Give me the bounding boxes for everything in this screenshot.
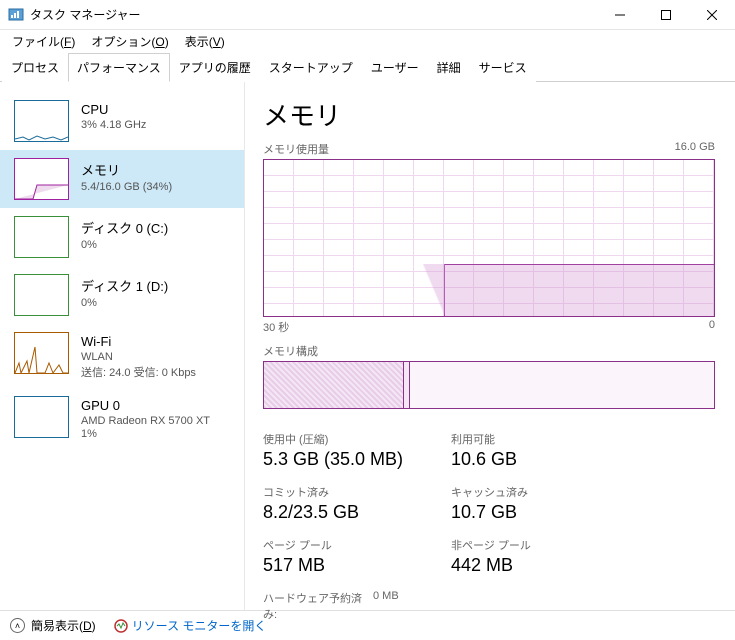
sidebar-item-label: メモリ [81, 160, 172, 179]
performance-sidebar: CPU 3% 4.18 GHz メモリ 5.4/16.0 GB (34%) ディ… [0, 82, 245, 610]
sidebar-item-sub2: 1% [81, 428, 210, 440]
menu-file[interactable]: ファイル(F) [4, 30, 83, 53]
tab-startup[interactable]: スタートアップ [260, 53, 362, 82]
sidebar-item-sub: WLAN [81, 351, 196, 363]
sidebar-item-label: ディスク 1 (D:) [81, 276, 168, 295]
main-panel: メモリ メモリ使用量 16.0 GB 30 秒 0 メモリ構成 使用中 (圧縮)… [245, 82, 735, 610]
sidebar-item-label: Wi-Fi [81, 334, 196, 349]
chevron-up-icon[interactable]: ˄ [10, 618, 25, 633]
sidebar-item-wifi[interactable]: Wi-Fi WLAN 送信: 24.0 受信: 0 Kbps [0, 324, 244, 388]
resource-monitor-link[interactable]: リソース モニターを開く [114, 617, 267, 634]
in-use-value: 5.3 GB (35.0 MB) [263, 449, 423, 470]
chart-y-max: 16.0 GB [675, 141, 715, 157]
hw-reserved-value: 0 MB [373, 590, 399, 622]
resmon-label: リソース モニターを開く [132, 617, 267, 634]
close-button[interactable] [689, 0, 735, 30]
app-icon [8, 7, 24, 23]
composition-standby [410, 362, 714, 408]
tab-details[interactable]: 詳細 [428, 53, 470, 82]
composition-label: メモリ構成 [263, 343, 715, 359]
gpu-sparkline [14, 396, 69, 438]
available-label: 利用可能 [451, 431, 581, 447]
sidebar-item-memory[interactable]: メモリ 5.4/16.0 GB (34%) [0, 150, 244, 208]
fewer-details-link[interactable]: 簡易表示(D) [31, 617, 96, 634]
page-title: メモリ [263, 96, 715, 133]
available-value: 10.6 GB [451, 449, 581, 470]
resmon-icon [114, 619, 128, 633]
sidebar-item-disk1[interactable]: ディスク 1 (D:) 0% [0, 266, 244, 324]
cached-label: キャッシュ済み [451, 484, 581, 500]
maximize-button[interactable] [643, 0, 689, 30]
tab-app-history[interactable]: アプリの履歴 [170, 53, 260, 82]
menu-options[interactable]: オプション(O) [83, 30, 176, 53]
sidebar-item-cpu[interactable]: CPU 3% 4.18 GHz [0, 92, 244, 150]
sidebar-item-sub: 5.4/16.0 GB (34%) [81, 181, 172, 193]
window-title: タスク マネージャー [30, 6, 597, 23]
tab-strip: プロセス パフォーマンス アプリの履歴 スタートアップ ユーザー 詳細 サービス [0, 52, 735, 82]
tab-performance[interactable]: パフォーマンス [68, 53, 170, 82]
menubar: ファイル(F) オプション(O) 表示(V) [0, 30, 735, 52]
memory-sparkline [14, 158, 69, 200]
memory-composition-bar [263, 361, 715, 409]
menu-view[interactable]: 表示(V) [177, 30, 233, 53]
disk1-sparkline [14, 274, 69, 316]
paged-label: ページ プール [263, 537, 423, 553]
memory-usage-chart [263, 159, 715, 317]
in-use-label: 使用中 (圧縮) [263, 431, 423, 447]
nonpaged-label: 非ページ プール [451, 537, 581, 553]
committed-value: 8.2/23.5 GB [263, 502, 423, 523]
wifi-sparkline [14, 332, 69, 374]
composition-in-use [264, 362, 404, 408]
sidebar-item-sub: 0% [81, 297, 168, 309]
chart-title: メモリ使用量 [263, 141, 329, 157]
sidebar-item-sub: AMD Radeon RX 5700 XT [81, 415, 210, 427]
paged-value: 517 MB [263, 555, 423, 576]
sidebar-item-label: CPU [81, 102, 146, 117]
sidebar-item-gpu0[interactable]: GPU 0 AMD Radeon RX 5700 XT 1% [0, 388, 244, 448]
sidebar-item-disk0[interactable]: ディスク 0 (C:) 0% [0, 208, 244, 266]
tab-users[interactable]: ユーザー [362, 53, 428, 82]
cached-value: 10.7 GB [451, 502, 581, 523]
tab-processes[interactable]: プロセス [2, 53, 68, 82]
composition-modified [404, 362, 411, 408]
sidebar-item-label: ディスク 0 (C:) [81, 218, 168, 237]
tab-services[interactable]: サービス [470, 53, 536, 82]
sidebar-item-sub: 3% 4.18 GHz [81, 119, 146, 131]
committed-label: コミット済み [263, 484, 423, 500]
disk0-sparkline [14, 216, 69, 258]
chart-x-max: 30 秒 [263, 319, 289, 335]
chart-x-min: 0 [709, 319, 715, 335]
sidebar-item-sub2: 送信: 24.0 受信: 0 Kbps [81, 364, 196, 380]
sidebar-item-sub: 0% [81, 239, 168, 251]
hw-reserved-label: ハードウェア予約済み: [263, 590, 373, 622]
sidebar-item-label: GPU 0 [81, 398, 210, 413]
minimize-button[interactable] [597, 0, 643, 30]
titlebar: タスク マネージャー [0, 0, 735, 30]
cpu-sparkline [14, 100, 69, 142]
nonpaged-value: 442 MB [451, 555, 581, 576]
